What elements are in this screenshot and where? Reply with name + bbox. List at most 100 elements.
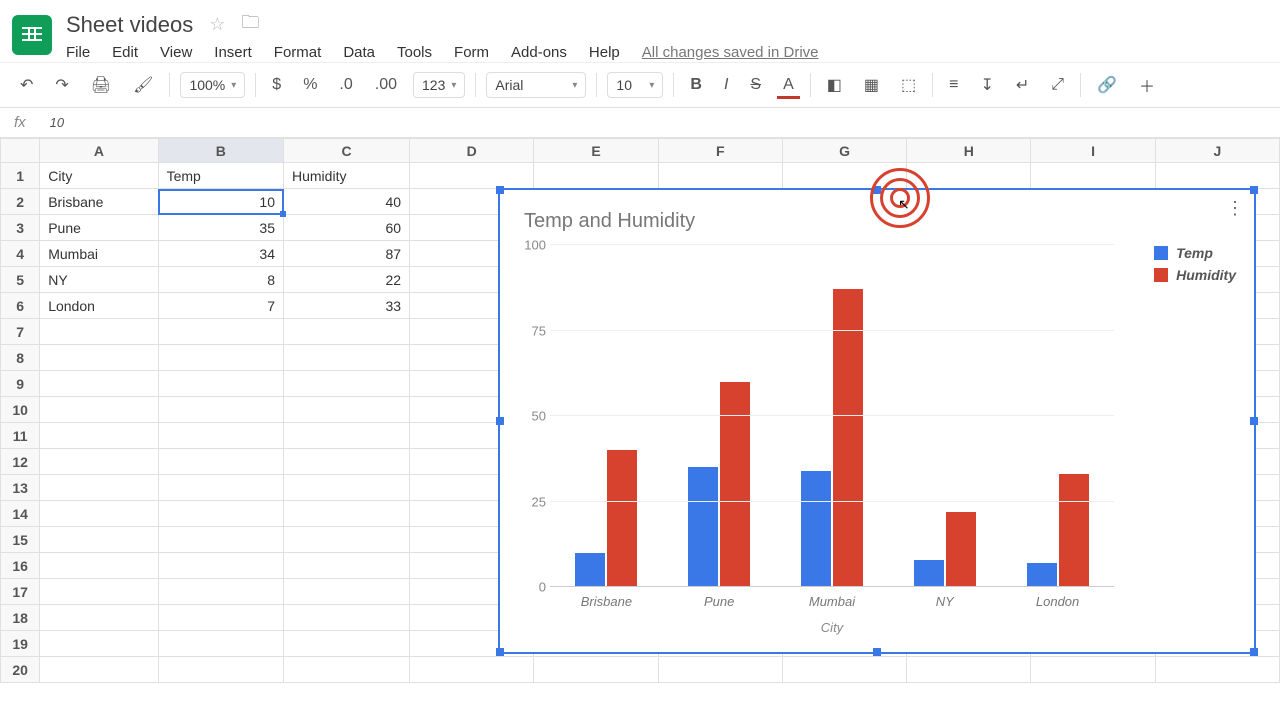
cell[interactable]: [158, 371, 283, 397]
cell[interactable]: [410, 657, 534, 683]
column-header[interactable]: G: [782, 139, 906, 163]
resize-handle[interactable]: [496, 186, 504, 194]
cell[interactable]: Humidity: [284, 163, 410, 189]
cell[interactable]: [907, 163, 1031, 189]
cell[interactable]: [284, 553, 410, 579]
menu-addons[interactable]: Add-ons: [511, 44, 567, 61]
increase-decimal-button[interactable]: .00: [369, 72, 403, 98]
cell[interactable]: [284, 657, 410, 683]
cell[interactable]: [158, 527, 283, 553]
resize-handle[interactable]: [1250, 648, 1258, 656]
embedded-chart[interactable]: ⋮ Temp and Humidity Temp Humidity Brisba…: [498, 188, 1256, 654]
cell[interactable]: 35: [158, 215, 283, 241]
row-header[interactable]: 16: [1, 553, 40, 579]
strikethrough-button[interactable]: S: [744, 72, 767, 98]
cell[interactable]: [158, 397, 283, 423]
resize-handle[interactable]: [496, 648, 504, 656]
menu-file[interactable]: File: [66, 44, 90, 61]
cell[interactable]: [40, 501, 158, 527]
cell[interactable]: [40, 475, 158, 501]
cell[interactable]: [158, 475, 283, 501]
cell[interactable]: [284, 631, 410, 657]
undo-icon[interactable]: ↶: [14, 71, 39, 99]
star-icon[interactable]: ☆: [209, 14, 225, 35]
cell[interactable]: [158, 501, 283, 527]
cell[interactable]: [782, 657, 906, 683]
font-size-dropdown[interactable]: 10▾: [607, 72, 663, 98]
zoom-dropdown[interactable]: 100%▾: [180, 72, 245, 98]
cell[interactable]: [40, 345, 158, 371]
redo-icon[interactable]: ↷: [49, 71, 74, 99]
bold-button[interactable]: B: [684, 72, 708, 98]
cell[interactable]: London: [40, 293, 158, 319]
cell[interactable]: 87: [284, 241, 410, 267]
cell[interactable]: [158, 423, 283, 449]
column-header[interactable]: A: [40, 139, 158, 163]
cell[interactable]: [40, 319, 158, 345]
row-header[interactable]: 20: [1, 657, 40, 683]
row-header[interactable]: 2: [1, 189, 40, 215]
text-wrap-icon[interactable]: ↵: [1010, 71, 1035, 99]
cell[interactable]: 40: [284, 189, 410, 215]
column-header[interactable]: J: [1155, 139, 1279, 163]
number-format-dropdown[interactable]: 123▾: [413, 72, 465, 98]
cell[interactable]: [284, 501, 410, 527]
cell[interactable]: [284, 371, 410, 397]
resize-handle[interactable]: [1250, 186, 1258, 194]
cell[interactable]: City: [40, 163, 158, 189]
cell[interactable]: Brisbane: [40, 189, 158, 215]
cell[interactable]: [284, 579, 410, 605]
italic-button[interactable]: I: [718, 72, 734, 98]
row-header[interactable]: 18: [1, 605, 40, 631]
row-header[interactable]: 1: [1, 163, 40, 189]
cell[interactable]: [158, 605, 283, 631]
resize-handle[interactable]: [873, 648, 881, 656]
cell[interactable]: [1155, 163, 1279, 189]
cell[interactable]: [40, 605, 158, 631]
row-header[interactable]: 4: [1, 241, 40, 267]
row-header[interactable]: 17: [1, 579, 40, 605]
cell[interactable]: [40, 553, 158, 579]
cell[interactable]: [40, 397, 158, 423]
borders-icon[interactable]: ▦: [858, 71, 885, 99]
cell[interactable]: [40, 449, 158, 475]
cell[interactable]: [658, 657, 782, 683]
format-currency-button[interactable]: $: [266, 72, 287, 98]
cell[interactable]: Mumbai: [40, 241, 158, 267]
row-header[interactable]: 12: [1, 449, 40, 475]
column-header[interactable]: H: [907, 139, 1031, 163]
font-family-dropdown[interactable]: Arial▾: [486, 72, 586, 98]
menu-insert[interactable]: Insert: [214, 44, 252, 61]
column-header[interactable]: C: [284, 139, 410, 163]
decrease-decimal-button[interactable]: .0: [333, 72, 358, 98]
cell[interactable]: [158, 319, 283, 345]
menu-view[interactable]: View: [160, 44, 192, 61]
cell[interactable]: [284, 449, 410, 475]
cell[interactable]: 8: [158, 267, 283, 293]
cell[interactable]: [40, 371, 158, 397]
menu-edit[interactable]: Edit: [112, 44, 138, 61]
menu-form[interactable]: Form: [454, 44, 489, 61]
text-rotation-icon[interactable]: ⤢: [1045, 72, 1070, 98]
cell[interactable]: [284, 527, 410, 553]
cell[interactable]: [534, 163, 658, 189]
row-header[interactable]: 3: [1, 215, 40, 241]
text-color-button[interactable]: A: [777, 72, 800, 99]
column-header[interactable]: E: [534, 139, 658, 163]
cell[interactable]: [284, 319, 410, 345]
cell[interactable]: 60: [284, 215, 410, 241]
cell[interactable]: [782, 163, 906, 189]
cell[interactable]: [284, 397, 410, 423]
cell[interactable]: 34: [158, 241, 283, 267]
paint-format-icon[interactable]: 🖌: [127, 71, 159, 99]
row-header[interactable]: 14: [1, 501, 40, 527]
cell[interactable]: 10: [158, 189, 283, 215]
row-header[interactable]: 19: [1, 631, 40, 657]
cell[interactable]: [1031, 657, 1155, 683]
insert-link-icon[interactable]: 🔗: [1091, 71, 1123, 99]
menu-tools[interactable]: Tools: [397, 44, 432, 61]
cell[interactable]: [40, 423, 158, 449]
cell[interactable]: [284, 605, 410, 631]
document-title[interactable]: Sheet videos: [66, 12, 193, 38]
menu-format[interactable]: Format: [274, 44, 322, 61]
